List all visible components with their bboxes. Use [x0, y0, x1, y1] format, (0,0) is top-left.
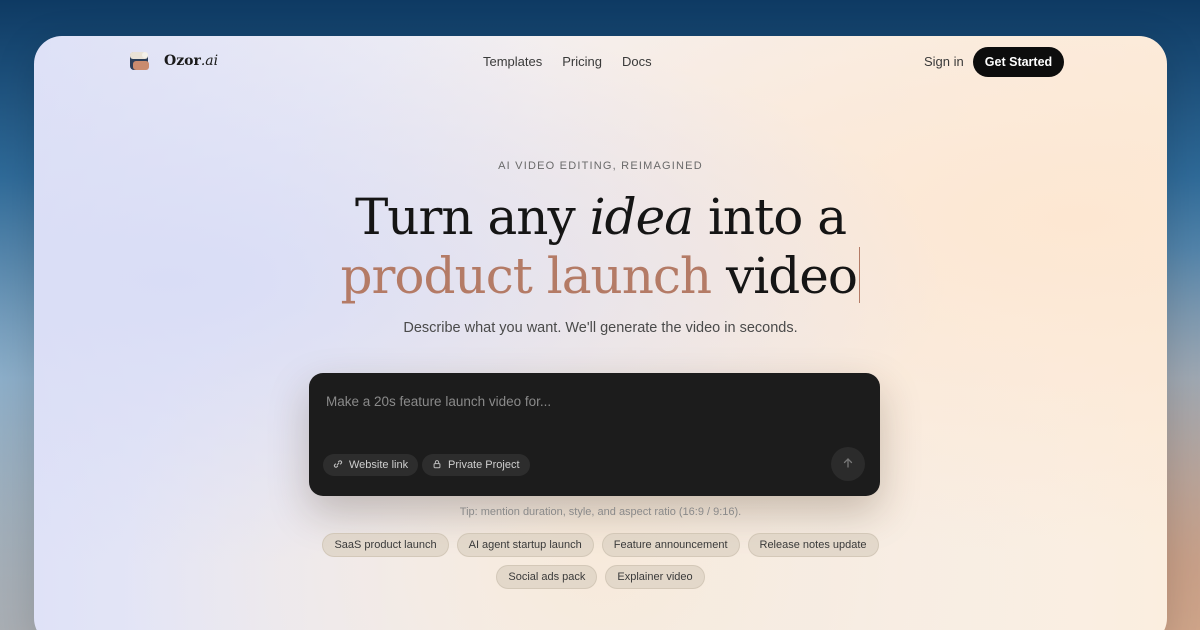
nav-link-templates[interactable]: Templates	[483, 54, 542, 69]
prompt-input[interactable]	[326, 391, 856, 411]
brand-name: Ozor.ai	[164, 53, 219, 69]
suggestion-chips: SaaS product launch AI agent startup lau…	[34, 533, 1167, 597]
hero-card: Ozor.ai Templates Pricing Docs Sign in G…	[34, 36, 1167, 630]
link-icon	[333, 459, 343, 472]
website-link-chip[interactable]: Website link	[323, 454, 419, 476]
suggestion-chip[interactable]: Release notes update	[747, 533, 879, 557]
suggestion-row-1: SaaS product launch AI agent startup lau…	[34, 533, 1167, 557]
logo-mark-icon	[128, 49, 152, 73]
text-caret	[858, 247, 861, 303]
suggestion-chip[interactable]: AI agent startup launch	[456, 533, 594, 557]
suggestion-chip[interactable]: Feature announcement	[601, 533, 740, 557]
headline-line-1: Turn any idea into a	[354, 188, 847, 246]
hero-subtitle: Describe what you want. We'll generate t…	[403, 320, 798, 336]
top-nav: Ozor.ai Templates Pricing Docs Sign in G…	[34, 36, 1167, 88]
suggestion-chip[interactable]: Social ads pack	[496, 565, 598, 589]
suggestion-chip[interactable]: SaaS product launch	[322, 533, 449, 557]
get-started-button[interactable]: Get Started	[973, 47, 1064, 77]
headline-accent: product launch	[340, 247, 713, 305]
website-link-label: Website link	[349, 459, 409, 471]
logo[interactable]: Ozor.ai	[128, 49, 218, 73]
suggestion-row-2: Social ads pack Explainer video	[34, 565, 1167, 589]
private-project-chip[interactable]: Private Project	[422, 454, 530, 476]
lock-icon	[432, 459, 442, 472]
suggestion-chip[interactable]: Explainer video	[605, 565, 705, 589]
prompt-box: Website link Private Project	[309, 373, 880, 496]
nav-link-pricing[interactable]: Pricing	[562, 54, 602, 69]
private-project-label: Private Project	[448, 459, 520, 471]
arrow-up-icon	[842, 457, 854, 472]
send-button[interactable]	[831, 447, 865, 481]
sign-in-link[interactable]: Sign in	[924, 54, 964, 69]
eyebrow-text: AI VIDEO EDITING, REIMAGINED	[498, 160, 703, 172]
nav-link-docs[interactable]: Docs	[622, 54, 652, 69]
tip-text: Tip: mention duration, style, and aspect…	[459, 506, 742, 518]
nav-links: Templates Pricing Docs	[483, 54, 652, 69]
headline-line-2: product launch video	[34, 247, 1167, 305]
